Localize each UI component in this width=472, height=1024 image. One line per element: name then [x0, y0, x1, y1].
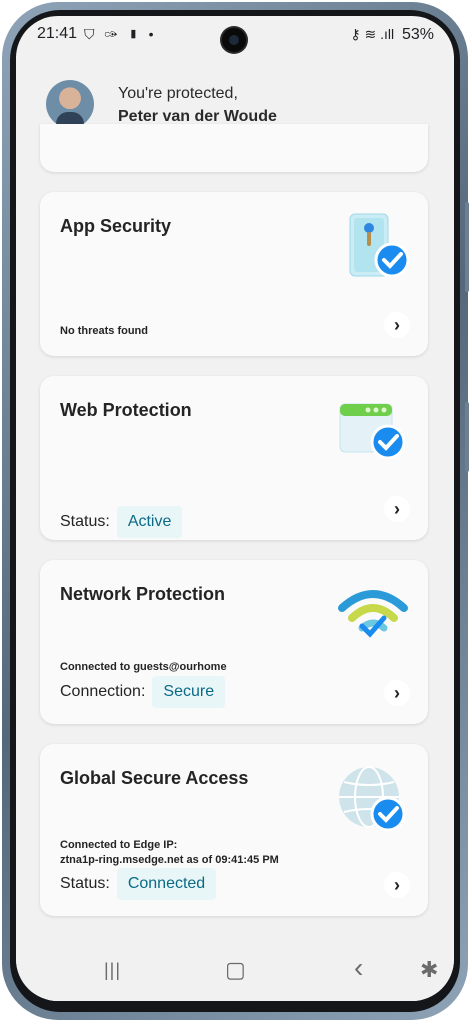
web-protection-status-row: Status: Active: [60, 506, 183, 538]
browser-check-icon: [339, 403, 406, 460]
app-security-card[interactable]: App Security No threats found ›: [40, 192, 428, 356]
status-right-icons: ⚷ ≋ .ıll: [350, 26, 395, 42]
web-protection-card[interactable]: Web Protection Status: Active ›: [40, 376, 428, 540]
volume-button: [465, 202, 469, 292]
network-protection-card[interactable]: Network Protection Connected to guests@o…: [40, 560, 428, 724]
phone-shield-icon: [349, 213, 410, 278]
front-camera: [222, 28, 246, 52]
gsa-status-row: Status: Connected: [60, 868, 217, 900]
status-label: Status:: [60, 875, 110, 892]
network-connection-row: Connection: Secure: [60, 676, 226, 708]
status-badge: Active: [116, 506, 183, 538]
connection-badge: Secure: [152, 676, 226, 708]
accessibility-icon[interactable]: ✱: [420, 957, 438, 983]
network-detail: Connected to guests@ourhome: [60, 661, 227, 673]
global-secure-access-card[interactable]: Global Secure Access Connected to Edge I…: [40, 744, 428, 916]
gsa-detail-line1: Connected to Edge IP:: [60, 839, 178, 851]
previous-card[interactable]: [40, 124, 428, 172]
recents-icon[interactable]: |||: [104, 960, 121, 981]
back-icon[interactable]: ‹: [354, 952, 363, 984]
status-time: 21:41: [37, 25, 78, 42]
battery-level: 53%: [401, 26, 434, 43]
app-security-status: No threats found: [60, 325, 148, 337]
wifi-check-icon: [338, 590, 408, 638]
status-label: Status:: [60, 513, 110, 530]
card-title: App Security: [60, 216, 172, 236]
app-security-chevron-icon[interactable]: ›: [384, 312, 410, 338]
screen: 21:41 ⛉ ✑ ▮ • ⚷ ≋ .ıll 53% You're protec…: [16, 16, 454, 1001]
status-bar: 21:41 ⛉ ✑ ▮ • ⚷ ≋ .ıll 53%: [16, 16, 454, 54]
home-icon[interactable]: ▢: [225, 957, 246, 983]
connection-label: Connection:: [60, 683, 146, 700]
card-title: Global Secure Access: [60, 768, 249, 788]
power-button: [465, 402, 469, 472]
globe-check-icon: [339, 766, 406, 832]
status-badge: Connected: [116, 868, 217, 900]
card-title: Web Protection: [60, 400, 192, 420]
card-title: Network Protection: [60, 584, 226, 604]
greeting-text: You're protected,: [118, 85, 238, 102]
network-protection-chevron-icon[interactable]: ›: [384, 680, 410, 706]
web-protection-chevron-icon[interactable]: ›: [384, 496, 410, 522]
status-right: ⚷ ≋ .ıll 53%: [350, 26, 434, 44]
system-nav-bar: ||| ▢ ‹ ✱: [16, 943, 454, 1001]
avatar[interactable]: [46, 80, 94, 128]
status-left-icons: ⛉ ✑ ▮ •: [84, 26, 157, 42]
gsa-detail-line2: ztna1p-ring.msedge.net as of 09:41:45 PM: [60, 854, 279, 866]
gsa-chevron-icon[interactable]: ›: [384, 872, 410, 898]
